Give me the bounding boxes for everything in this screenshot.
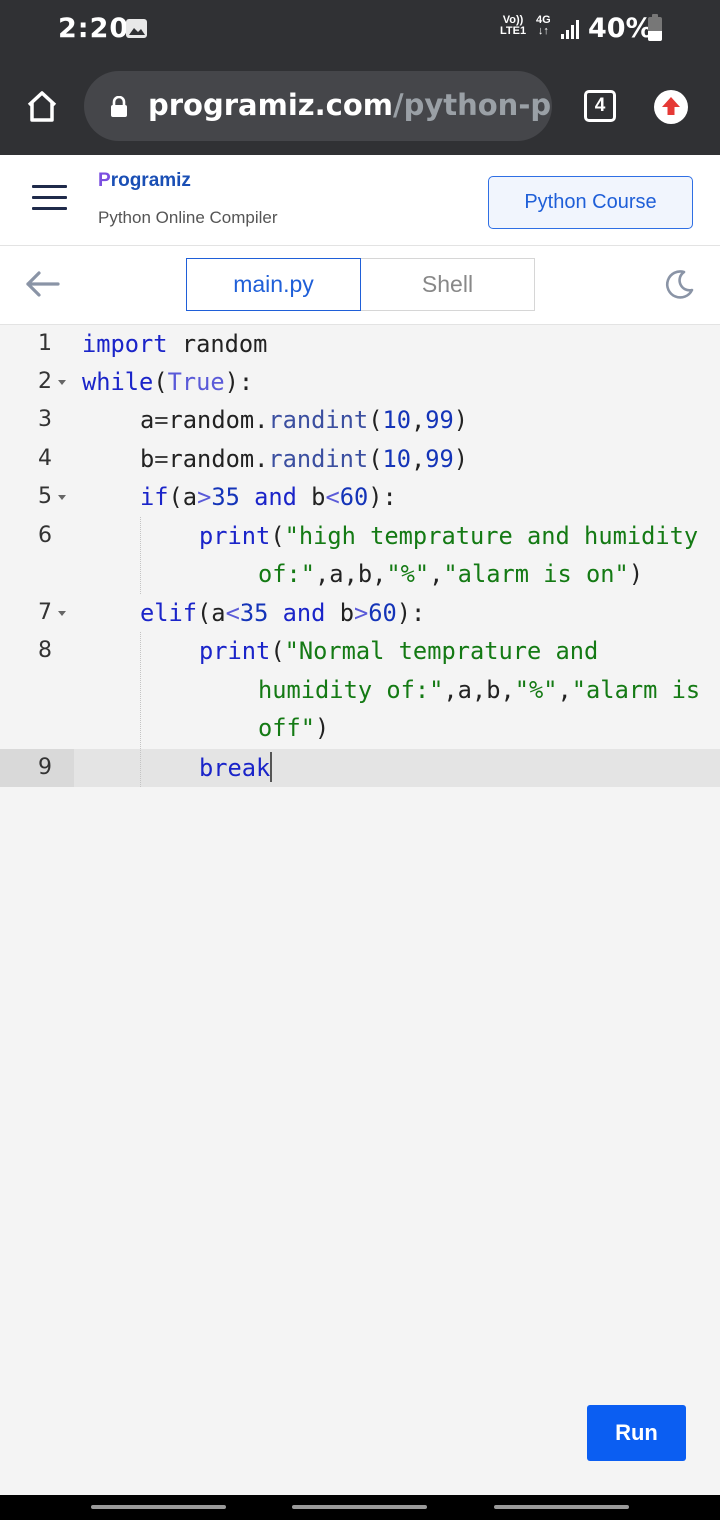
nav-recent-button[interactable] bbox=[91, 1505, 226, 1509]
python-course-button[interactable]: Python Course bbox=[488, 176, 693, 229]
code-line-4: b=random.randint(10,99) bbox=[140, 445, 469, 473]
line-number: 5 bbox=[38, 484, 52, 509]
code-line-6: print("high temprature and humidity bbox=[199, 522, 699, 550]
hamburger-menu-icon[interactable] bbox=[32, 185, 67, 211]
system-nav-bar bbox=[0, 1495, 720, 1520]
site-subtitle: Python Online Compiler bbox=[98, 208, 278, 227]
signal-icon bbox=[560, 20, 580, 45]
url-path: /python-pro bbox=[393, 88, 552, 122]
tab-shell[interactable]: Shell bbox=[361, 258, 535, 311]
battery-icon bbox=[648, 17, 662, 41]
lock-icon bbox=[110, 95, 128, 123]
battery-fill bbox=[648, 31, 662, 41]
status-time: 2:20 bbox=[58, 13, 130, 44]
battery-percent: 40% bbox=[588, 13, 653, 44]
active-line-highlight bbox=[74, 749, 720, 787]
nav-home-button[interactable] bbox=[292, 1505, 427, 1509]
update-icon[interactable] bbox=[654, 90, 688, 124]
programiz-logo[interactable]: Programiz bbox=[98, 170, 191, 192]
run-button[interactable]: Run bbox=[587, 1405, 686, 1461]
url-text: programiz.com/python-pro bbox=[148, 88, 552, 122]
fold-arrow-icon[interactable] bbox=[58, 380, 66, 385]
tab-main-py[interactable]: main.py bbox=[186, 258, 361, 311]
line-number: 8 bbox=[38, 638, 52, 663]
line-number: 1 bbox=[38, 331, 52, 356]
line-number-gutter: 1 2 3 4 5 6 7 8 9 bbox=[0, 325, 74, 1495]
code-line-3: a=random.randint(10,99) bbox=[140, 406, 469, 434]
url-bar[interactable]: programiz.com/python-pro bbox=[84, 71, 552, 141]
fold-arrow-icon[interactable] bbox=[58, 495, 66, 500]
code-line-1: import random bbox=[82, 330, 268, 358]
back-arrow-icon[interactable] bbox=[24, 269, 60, 304]
code-line-8-wrap: off") bbox=[258, 714, 330, 742]
code-line-8-wrap: humidity of:",a,b,"%","alarm is bbox=[258, 676, 701, 704]
code-line-5: if(a>35 and b<60): bbox=[140, 483, 397, 511]
text-cursor bbox=[270, 752, 273, 782]
network-indicator: Vo)) LTE1 4G ↓↑ bbox=[500, 15, 560, 45]
code-editor[interactable]: 1 2 3 4 5 6 7 8 9 import random while(Tr… bbox=[0, 325, 720, 1495]
browser-toolbar: programiz.com/python-pro 4 bbox=[0, 58, 720, 155]
indent-guide bbox=[140, 632, 141, 787]
gallery-icon bbox=[126, 19, 147, 38]
editor-tab-row: main.py Shell bbox=[0, 246, 720, 325]
line-number: 4 bbox=[38, 446, 52, 471]
nav-back-button[interactable] bbox=[494, 1505, 629, 1509]
status-bar: 2:20 Vo)) LTE1 4G ↓↑ 40% bbox=[0, 0, 720, 58]
line-number: 3 bbox=[38, 407, 52, 432]
code-line-7: elif(a<35 and b>60): bbox=[140, 599, 426, 627]
code-line-2: while(True): bbox=[82, 368, 254, 396]
line-number: 6 bbox=[38, 523, 52, 548]
indent-guide bbox=[140, 517, 141, 594]
home-icon[interactable] bbox=[24, 88, 60, 129]
fold-arrow-icon[interactable] bbox=[58, 611, 66, 616]
network-type: 4G ↓↑ bbox=[536, 14, 551, 37]
url-domain: programiz.com bbox=[148, 88, 393, 122]
line-number: 7 bbox=[38, 600, 52, 625]
line-number: 2 bbox=[38, 369, 52, 394]
code-line-8: print("Normal temprature and bbox=[199, 637, 599, 665]
moon-icon[interactable] bbox=[662, 268, 696, 307]
site-header: Programiz Python Online Compiler Python … bbox=[0, 155, 720, 246]
line-number: 9 bbox=[38, 755, 52, 780]
volte-label: Vo)) LTE1 bbox=[500, 14, 527, 37]
tab-switcher-button[interactable]: 4 bbox=[584, 90, 616, 122]
code-line-6-wrap: of:",a,b,"%","alarm is on") bbox=[258, 560, 644, 588]
code-line-9: break bbox=[199, 752, 273, 782]
